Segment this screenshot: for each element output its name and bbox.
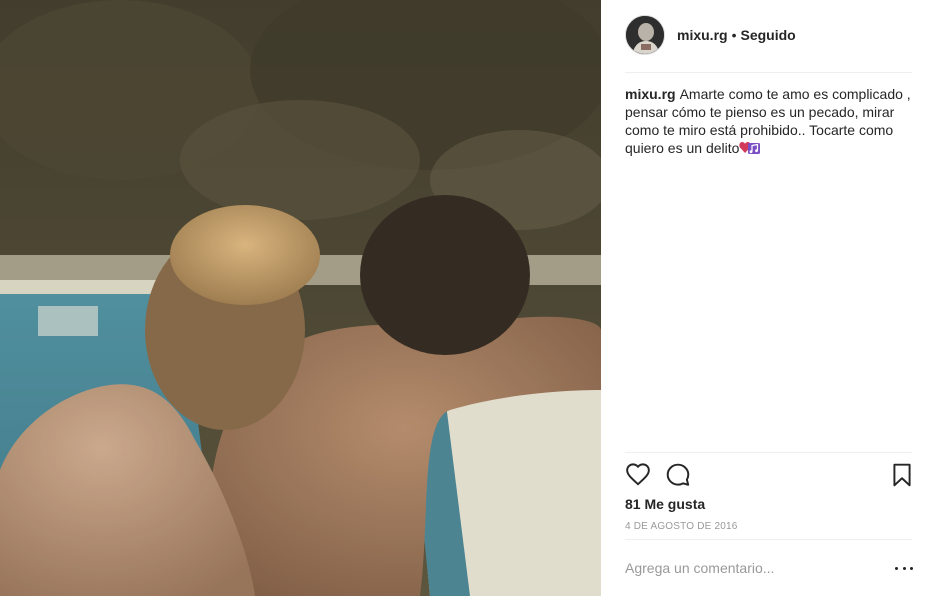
author-username[interactable]: mixu.rg	[677, 27, 728, 43]
more-options-icon[interactable]	[895, 560, 913, 576]
more-dot	[895, 566, 898, 570]
avatar-image	[626, 16, 664, 54]
post-detail-panel: mixu.rg • Seguido mixu.rg Amarte como te …	[601, 0, 930, 596]
post-header: mixu.rg • Seguido	[625, 14, 912, 56]
comment-input[interactable]	[625, 556, 875, 580]
heart-icon[interactable]	[625, 462, 651, 488]
comment-divider	[625, 539, 912, 540]
header-text: mixu.rg • Seguido	[677, 27, 796, 43]
more-dot	[910, 566, 913, 570]
avatar[interactable]	[625, 15, 665, 55]
bookmark-icon[interactable]	[889, 462, 915, 488]
post-actions	[625, 460, 912, 490]
post-photo-illustration	[0, 0, 601, 596]
post-date: 4 de agosto de 2016	[625, 521, 738, 532]
actions-divider	[625, 452, 912, 453]
caption-username[interactable]: mixu.rg	[625, 86, 676, 102]
follow-status-button[interactable]: Seguido	[740, 27, 795, 43]
post-caption: mixu.rg Amarte como te amo es complicado …	[625, 85, 915, 159]
likes-count[interactable]: 81 Me gusta	[625, 496, 705, 512]
post-photo[interactable]	[0, 0, 601, 596]
comment-icon[interactable]	[665, 462, 691, 488]
header-separator: •	[731, 27, 737, 43]
heart-music-emoji-icon	[739, 140, 761, 159]
header-divider	[625, 72, 912, 73]
more-dot	[902, 566, 906, 570]
